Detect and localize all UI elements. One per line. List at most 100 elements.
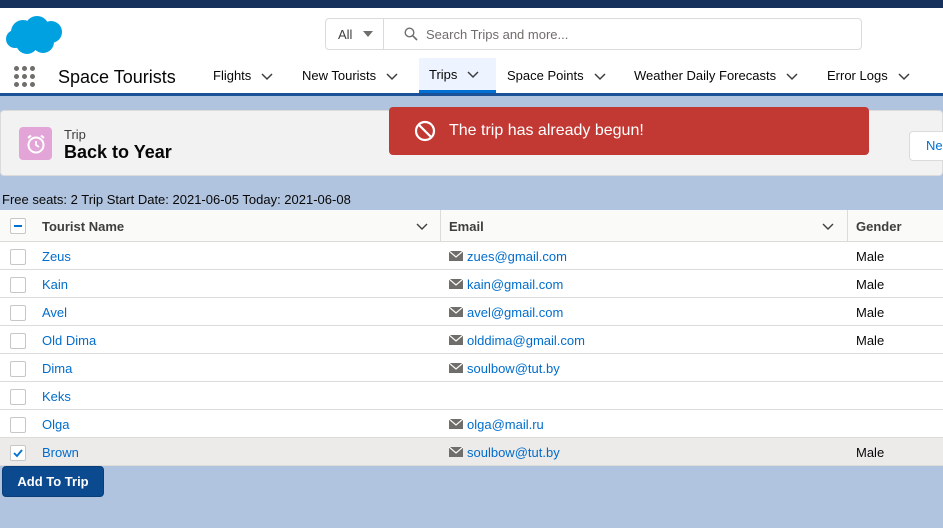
email-link[interactable]: soulbow@tut.by <box>467 445 560 460</box>
tourist-name-link[interactable]: Old Dima <box>42 326 96 354</box>
new-button[interactable]: Ne <box>909 131 943 161</box>
email-link[interactable]: zues@gmail.com <box>467 249 567 264</box>
error-icon <box>414 120 436 142</box>
email-cell[interactable]: zues@gmail.com <box>449 242 567 270</box>
column-header-tourist-name[interactable]: Tourist Name <box>42 210 440 242</box>
toast-message: The trip has already begun! <box>449 122 644 139</box>
table-header: Tourist Name Email Gender <box>0 210 943 242</box>
record-type-icon <box>19 127 52 160</box>
email-icon <box>449 363 463 373</box>
search-icon <box>404 27 418 41</box>
tab-label: New Tourists <box>302 68 377 83</box>
column-label: Tourist Name <box>42 218 125 234</box>
table-row[interactable]: Brown soulbow@tut.by Male <box>0 438 943 466</box>
row-checkbox[interactable] <box>10 333 26 349</box>
row-checkbox[interactable] <box>10 305 26 321</box>
top-strip <box>0 0 943 8</box>
row-checkbox[interactable] <box>10 361 26 377</box>
email-cell[interactable]: olddima@gmail.com <box>449 326 585 354</box>
tab-label: Space Points <box>507 68 584 83</box>
app-navigation: Space Tourists Flights New Tourists Trip… <box>0 58 943 96</box>
chevron-down-icon[interactable] <box>465 66 481 82</box>
email-icon <box>449 279 463 289</box>
chevron-down-icon[interactable] <box>592 68 608 84</box>
tab-new-tourists[interactable]: New Tourists <box>302 58 400 93</box>
email-icon <box>449 447 463 457</box>
tab-weather-daily-forecasts[interactable]: Weather Daily Forecasts <box>634 58 800 93</box>
search-input[interactable] <box>426 23 846 45</box>
email-link[interactable]: avel@gmail.com <box>467 305 563 320</box>
email-link[interactable]: olddima@gmail.com <box>467 333 585 348</box>
email-link[interactable]: olga@mail.ru <box>467 417 544 432</box>
alarm-clock-icon <box>26 134 45 153</box>
global-search: All <box>325 18 862 50</box>
email-link[interactable]: kain@gmail.com <box>467 277 563 292</box>
record-type-label: Trip <box>64 127 86 142</box>
table-row[interactable]: Keks <box>0 382 943 410</box>
trip-info-text: Free seats: 2 Trip Start Date: 2021-06-0… <box>2 192 351 207</box>
tab-label: Error Logs <box>827 68 888 83</box>
gender-cell: Male <box>856 444 885 460</box>
chevron-down-icon[interactable] <box>415 219 429 233</box>
gender-cell: Male <box>856 304 885 320</box>
tab-error-logs[interactable]: Error Logs <box>827 58 912 93</box>
row-checkbox[interactable] <box>10 417 26 433</box>
email-cell[interactable]: avel@gmail.com <box>449 298 563 326</box>
email-cell[interactable]: soulbow@tut.by <box>449 438 560 466</box>
page-title: Back to Year <box>64 142 172 162</box>
tab-flights[interactable]: Flights <box>213 58 275 93</box>
caret-down-icon <box>363 31 373 37</box>
chevron-down-icon[interactable] <box>259 68 275 84</box>
tourist-name-link[interactable]: Keks <box>42 382 71 410</box>
email-cell[interactable]: kain@gmail.com <box>449 270 563 298</box>
row-checkbox[interactable] <box>10 277 26 293</box>
tourist-name-link[interactable]: Zeus <box>42 242 71 270</box>
salesforce-logo-icon[interactable] <box>5 14 65 56</box>
tourist-name-link[interactable]: Kain <box>42 270 68 298</box>
tourist-name-link[interactable]: Brown <box>42 438 79 466</box>
email-icon <box>449 335 463 345</box>
gender-cell: Male <box>856 332 885 348</box>
app-launcher-icon[interactable] <box>14 66 36 88</box>
tourist-name-link[interactable]: Dima <box>42 354 72 382</box>
app-name: Space Tourists <box>58 67 176 87</box>
email-icon <box>449 307 463 317</box>
email-cell[interactable]: soulbow@tut.by <box>449 354 560 382</box>
gender-cell: Male <box>856 248 885 264</box>
column-header-gender[interactable]: Gender <box>856 210 943 242</box>
table-row[interactable]: Old Dima olddima@gmail.com Male <box>0 326 943 354</box>
column-divider[interactable] <box>440 210 441 242</box>
chevron-down-icon[interactable] <box>384 68 400 84</box>
column-divider[interactable] <box>847 210 848 242</box>
tab-label: Weather Daily Forecasts <box>634 68 777 83</box>
chevron-down-icon[interactable] <box>821 219 835 233</box>
gender-cell: Male <box>856 276 885 292</box>
row-checkbox[interactable] <box>10 389 26 405</box>
global-header: All <box>0 8 943 58</box>
add-to-trip-button[interactable]: Add To Trip <box>2 466 104 497</box>
email-cell[interactable]: olga@mail.ru <box>449 410 544 438</box>
table-row[interactable]: Kain kain@gmail.com Male <box>0 270 943 298</box>
row-checkbox[interactable] <box>10 249 26 265</box>
tourist-name-link[interactable]: Avel <box>42 298 67 326</box>
check-icon <box>13 449 23 458</box>
email-icon <box>449 251 463 261</box>
search-scope-label: All <box>338 26 353 42</box>
chevron-down-icon[interactable] <box>896 68 912 84</box>
column-label: Email <box>449 218 484 234</box>
column-header-email[interactable]: Email <box>449 210 847 242</box>
select-all-checkbox[interactable] <box>10 218 26 234</box>
column-label: Gender <box>856 218 902 234</box>
table-row[interactable]: Avel avel@gmail.com Male <box>0 298 943 326</box>
table-row[interactable]: Olga olga@mail.ru <box>0 410 943 438</box>
tab-trips[interactable]: Trips <box>419 58 496 93</box>
row-checkbox[interactable] <box>10 445 26 461</box>
tab-space-points[interactable]: Space Points <box>507 58 608 93</box>
chevron-down-icon[interactable] <box>784 68 800 84</box>
email-link[interactable]: soulbow@tut.by <box>467 361 560 376</box>
error-toast: The trip has already begun! <box>389 107 869 155</box>
table-row[interactable]: Dima soulbow@tut.by <box>0 354 943 382</box>
tourist-name-link[interactable]: Olga <box>42 410 69 438</box>
search-scope-dropdown[interactable]: All <box>326 19 384 49</box>
table-row[interactable]: Zeus zues@gmail.com Male <box>0 242 943 270</box>
